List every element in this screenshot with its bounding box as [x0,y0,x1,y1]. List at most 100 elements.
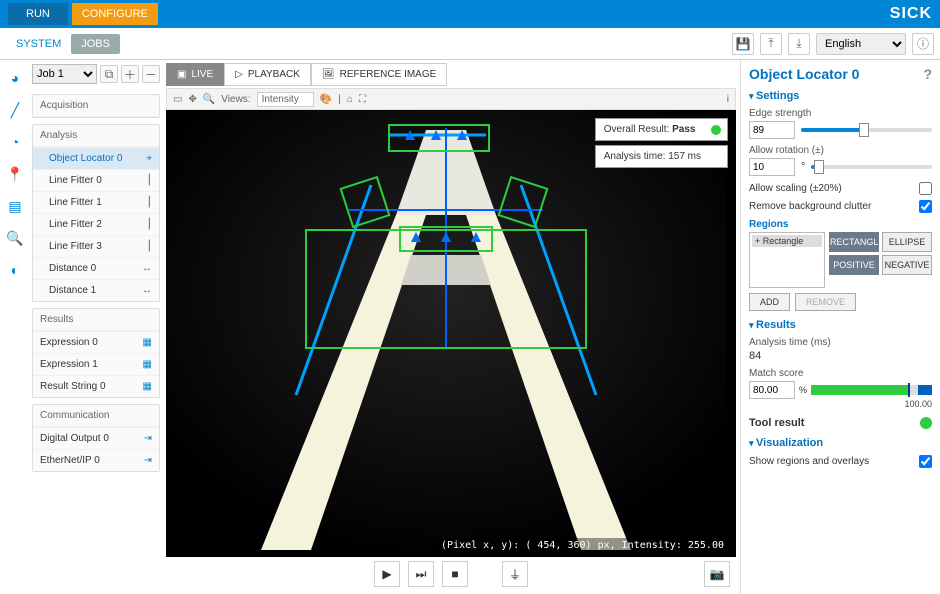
tab-jobs[interactable]: JOBS [71,34,120,54]
edge-strength-slider[interactable] [801,128,932,132]
palette-icon[interactable]: 🎨 [320,94,332,105]
edge-tool-icon[interactable]: ╱ [3,98,27,122]
tree-item-ethernet-ip[interactable]: EtherNet/IP 0⇥ [33,449,159,471]
view-tab-reference[interactable]: 🖼REFERENCE IMAGE [311,63,447,86]
shape-rectangle-button[interactable]: RECTANGLE [829,232,879,252]
group-results[interactable]: Results [33,309,159,331]
trigger-button[interactable]: ⏚ [502,561,528,587]
play-button[interactable]: ▶ [374,561,400,587]
section-visualization[interactable]: Visualization [749,437,932,449]
polarity-negative-button[interactable]: NEGATIVE [882,255,932,275]
save-icon[interactable]: 💾 [732,33,754,55]
tree-item-expression-1[interactable]: Expression 1▦ [33,353,159,375]
view-tab-live[interactable]: ▣LIVE [166,63,224,86]
status-pass-dot [711,125,721,135]
shape-tool-icon[interactable]: ◔ [3,130,27,154]
pie-tool-icon[interactable]: ◐ [3,258,27,282]
language-select[interactable]: English [816,33,906,55]
string-icon: ▦ [143,381,152,392]
remove-job-icon[interactable]: － [142,65,160,83]
download-icon[interactable]: ⤓ [788,33,810,55]
tree-item-line-fitter-1[interactable]: Line Fitter 1⎮ [33,191,159,213]
image-icon: 🖼 [322,69,335,80]
add-job-icon[interactable]: ＋ [121,65,139,83]
group-communication[interactable]: Communication [33,405,159,427]
degree-unit: ° [801,161,805,173]
snapshot-button[interactable]: 📷 [704,561,730,587]
tree-item-digital-output[interactable]: Digital Output 0⇥ [33,427,159,449]
tree-item-line-fitter-2[interactable]: Line Fitter 2⎮ [33,213,159,235]
list-tool-icon[interactable]: ▤ [3,194,27,218]
line-icon: ⎮ [147,175,152,186]
remove-bg-label: Remove background clutter [749,201,871,212]
step-button[interactable]: ⏭ [408,561,434,587]
allow-scaling-checkbox[interactable] [919,182,932,195]
shape-ellipse-button[interactable]: ELLIPSE [882,232,932,252]
ruler-icon: ↔ [142,285,152,296]
section-results[interactable]: Results [749,319,932,331]
analysis-time-box: Analysis time: 157 ms [595,145,728,168]
line-icon: ⎮ [147,219,152,230]
configure-button[interactable]: CONFIGURE [72,3,158,25]
move-icon[interactable]: ✥ [188,94,196,105]
edge-strength-input[interactable] [749,121,795,139]
region-item[interactable]: + Rectangle [752,235,822,247]
blob-tool-icon[interactable]: ◕ [3,66,27,90]
panel-title: Object Locator 0 [749,66,859,82]
copy-job-icon[interactable]: ⧉ [100,65,118,83]
fullscreen-icon[interactable]: ⛶ [359,94,366,105]
tree-item-line-fitter-3[interactable]: Line Fitter 3⎮ [33,235,159,257]
run-button[interactable]: RUN [8,3,68,25]
line-icon: ⎮ [147,197,152,208]
polarity-positive-button[interactable]: POSITIVE [829,255,879,275]
io-icon: ⇥ [144,433,152,444]
tree-item-line-fitter-0[interactable]: Line Fitter 0⎮ [33,169,159,191]
allow-rotation-label: Allow rotation (±) [749,145,932,156]
match-score-input[interactable] [749,381,795,399]
camera-icon: ▣ [177,69,186,80]
info-icon[interactable]: ⓘ [912,33,934,55]
views-select[interactable]: Intensity [257,92,314,107]
tree-item-object-locator[interactable]: Object Locator 0⌖ [33,147,159,169]
group-analysis[interactable]: Analysis [33,125,159,147]
allow-scaling-label: Allow scaling (±20%) [749,183,842,194]
add-region-button[interactable]: ADD [749,293,790,311]
info-small-icon[interactable]: i [727,94,729,105]
zoom-icon[interactable]: 🔍 [203,94,215,105]
locator-tool-icon[interactable]: 📍 [3,162,27,186]
tool-result-label: Tool result [749,417,804,429]
playback-icon: ▷ [235,69,243,80]
group-acquisition[interactable]: Acquisition [33,95,159,117]
match-score-label: Match score [749,368,932,379]
io-icon: ⇥ [144,455,152,466]
overall-result-box: Overall Result: Pass [595,118,728,141]
line-icon: ⎮ [147,241,152,252]
job-select[interactable]: Job 1 [32,64,97,84]
stop-button[interactable]: ■ [442,561,468,587]
analysis-time-value: 84 [749,350,932,362]
home-icon[interactable]: ⌂ [347,94,353,105]
view-tab-playback[interactable]: ▷PLAYBACK [224,63,311,86]
tab-system[interactable]: SYSTEM [6,34,71,54]
tree-item-result-string[interactable]: Result String 0▦ [33,375,159,397]
pointer-icon[interactable]: ▭ [173,94,182,105]
tree-item-expression-0[interactable]: Expression 0▦ [33,331,159,353]
inspect-tool-icon[interactable]: 🔍 [3,226,27,250]
allow-rotation-input[interactable] [749,158,795,176]
allow-rotation-slider[interactable] [811,165,932,169]
calc-icon: ▦ [143,337,152,348]
analysis-time-label: Analysis time (ms) [749,337,932,348]
views-label: Views: [221,94,250,105]
help-icon[interactable]: ? [923,66,932,82]
show-overlays-checkbox[interactable] [919,455,932,468]
upload-icon[interactable]: ⤒ [760,33,782,55]
remove-region-button[interactable]: REMOVE [795,293,856,311]
remove-bg-checkbox[interactable] [919,200,932,213]
image-viewer[interactable]: Overall Result: Pass Analysis time: 157 … [166,110,736,557]
tree-item-distance-1[interactable]: Distance 1↔ [33,279,159,301]
section-settings[interactable]: Settings [749,90,932,102]
pixel-coordinates: (Pixel x, y): ( 454, 360) px, Intensity:… [435,538,730,553]
tree-item-distance-0[interactable]: Distance 0↔ [33,257,159,279]
regions-list[interactable]: + Rectangle [749,232,825,288]
tool-strip: ◕ ╱ ◔ 📍 ▤ 🔍 ◐ [0,60,30,594]
